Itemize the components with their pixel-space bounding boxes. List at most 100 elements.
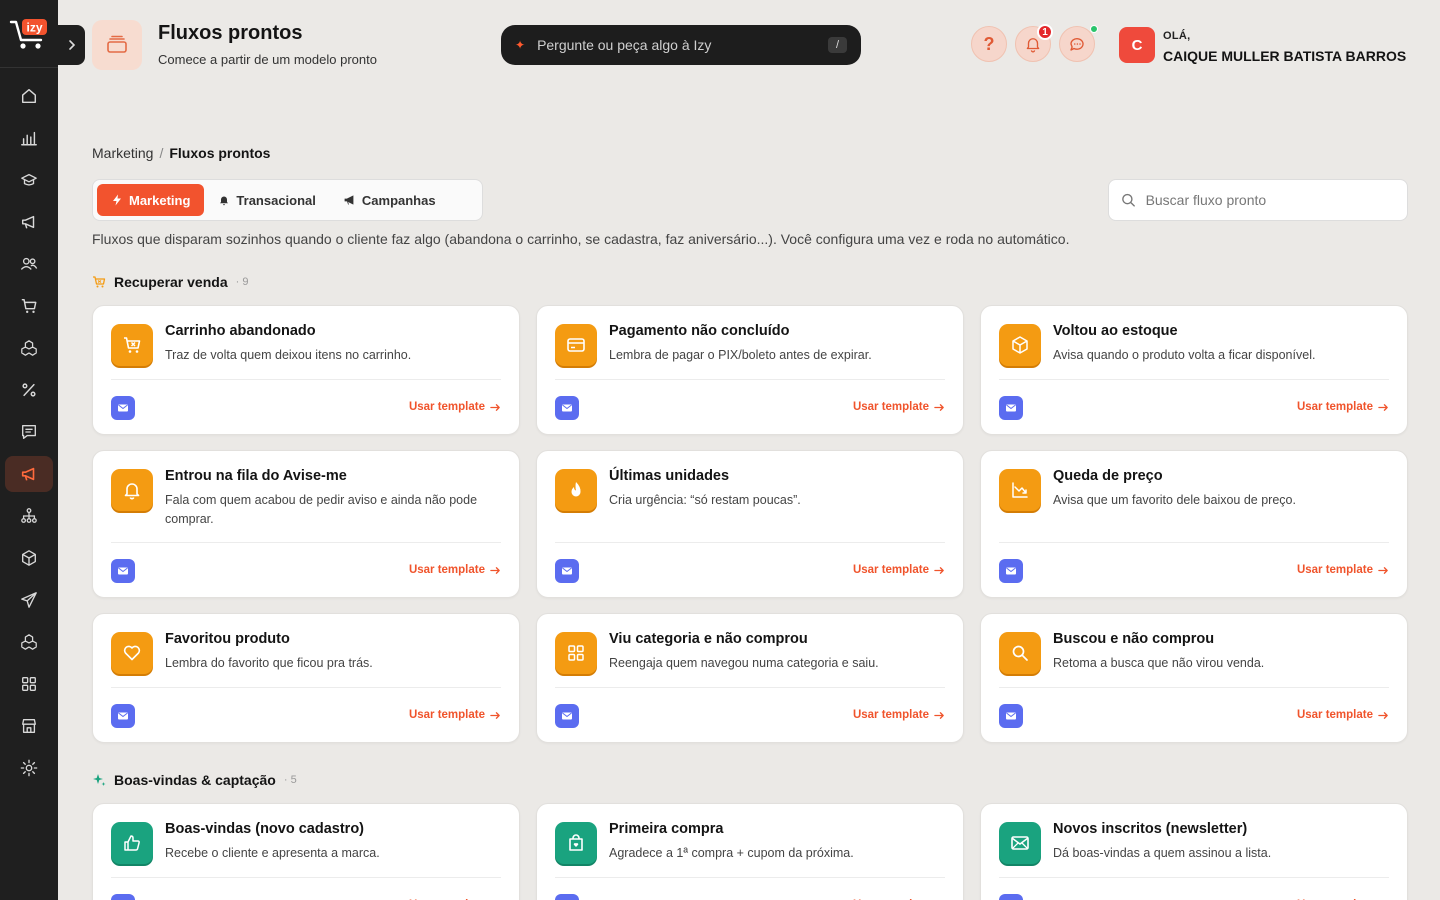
sidebar-item-send[interactable] [5, 582, 53, 618]
sidebar-item-graduation-cap[interactable] [5, 162, 53, 198]
template-card[interactable]: Buscou e não comprou Retoma a busca que n… [980, 613, 1408, 743]
use-template-button[interactable]: Usar template [1297, 709, 1389, 721]
template-card[interactable]: Novos inscritos (newsletter) Dá boas-vind… [980, 803, 1408, 900]
template-search-input[interactable] [1145, 192, 1395, 208]
megaphone-icon [344, 195, 354, 205]
use-template-button[interactable]: Usar template [409, 564, 501, 576]
chat-button[interactable] [1059, 25, 1098, 62]
thumbs-up-icon [124, 835, 140, 851]
graduation-cap-icon [21, 173, 37, 186]
email-channel-badge [111, 559, 135, 583]
use-template-button[interactable]: Usar template [1297, 401, 1389, 413]
breadcrumb-parent[interactable]: Marketing [92, 145, 153, 161]
sidebar-item-home[interactable] [5, 78, 53, 114]
sidebar-item-marketing-megaphone[interactable] [5, 456, 53, 492]
chart-icon [21, 131, 37, 146]
page-icon [92, 20, 142, 70]
sidebar-item-settings[interactable] [5, 750, 53, 786]
use-template-button[interactable]: Usar template [1297, 564, 1389, 576]
template-card[interactable]: Entrou na fila do Avise-me Fala com quem … [92, 450, 520, 598]
sidebar-item-network[interactable] [5, 498, 53, 534]
card-divider [555, 379, 945, 380]
sidebar-item-cart[interactable] [5, 288, 53, 324]
arrow-right-icon [934, 711, 944, 719]
use-template-button[interactable]: Usar template [853, 401, 945, 413]
mail-icon [1006, 712, 1016, 720]
template-card[interactable]: Últimas unidades Cria urgência: “só resta… [536, 450, 964, 598]
page-subtitle: Comece a partir de um modelo pronto [158, 52, 377, 67]
use-template-button[interactable]: Usar template [409, 401, 501, 413]
email-channel-badge [555, 396, 579, 420]
shopping-bag-icon [569, 834, 583, 851]
email-channel-badge [111, 396, 135, 420]
cubes-icon [21, 340, 37, 356]
template-title: Queda de preço [1053, 468, 1163, 484]
online-status-dot [1090, 25, 1098, 33]
template-description: Lembra de pagar o PIX/boleto antes de ex… [609, 348, 872, 362]
tab-marketing[interactable]: Marketing [97, 184, 205, 216]
home-icon [21, 88, 37, 104]
template-description: Cria urgência: “só restam poucas”. [609, 493, 801, 507]
template-description: Avisa quando o produto volta a ficar dis… [1053, 348, 1316, 362]
use-template-label: Usar template [1296, 401, 1373, 413]
template-card[interactable]: Favoritou produto Lembra do favorito que … [92, 613, 520, 743]
search-icon [1122, 193, 1135, 207]
use-template-button[interactable]: Usar template [853, 564, 945, 576]
sidebar-item-cubes[interactable] [5, 330, 53, 366]
sidebar-item-chart[interactable] [5, 120, 53, 156]
template-title: Voltou ao estoque [1053, 323, 1178, 339]
template-description: Fala com quem acabou de pedir aviso e ai… [165, 493, 478, 526]
email-channel-badge [555, 894, 579, 900]
template-title: Carrinho abandonado [165, 323, 316, 339]
template-icon [999, 324, 1041, 366]
sidebar-item-users[interactable] [5, 246, 53, 282]
sidebar-item-message[interactable] [5, 414, 53, 450]
tab-transacional[interactable]: Transacional [204, 184, 329, 216]
template-card[interactable]: Primeira compra Agradece a 1ª compra + cu… [536, 803, 964, 900]
help-button[interactable]: ? [971, 26, 1007, 62]
template-card[interactable]: Queda de preço Avisa que um favorito dele… [980, 450, 1408, 598]
sidebar-item-store[interactable] [5, 708, 53, 744]
mail-icon [562, 567, 572, 575]
users-icon [20, 257, 38, 270]
user-avatar[interactable]: C [1119, 27, 1155, 63]
tab-campanhas[interactable]: Campanhas [330, 184, 450, 216]
sidebar-item-grid[interactable] [5, 666, 53, 702]
template-title: Boas-vindas (novo cadastro) [165, 821, 365, 837]
sidebar-item-blocks[interactable] [5, 624, 53, 660]
sidebar-item-percent[interactable] [5, 372, 53, 408]
section-title-text: Recuperar venda [114, 274, 228, 290]
template-card[interactable]: Boas-vindas (novo cadastro) Recebe o clie… [92, 803, 520, 900]
arrow-right-icon [490, 566, 500, 574]
card-divider [555, 687, 945, 688]
ai-assistant-input[interactable]: ✦ Pergunte ou peça algo à Izy / [501, 25, 861, 65]
sidebar-item-box[interactable] [5, 540, 53, 576]
bell-icon [220, 196, 229, 206]
user-name[interactable]: CAIQUE MULLER BATISTA BARROS [1163, 48, 1406, 64]
chat-bubble-icon [1070, 38, 1084, 51]
email-channel-badge [111, 704, 135, 728]
use-template-label: Usar template [852, 709, 929, 721]
card-divider [999, 877, 1389, 878]
template-title: Primeira compra [609, 821, 724, 837]
email-channel-badge [999, 559, 1023, 583]
template-card[interactable]: Viu categoria e não comprou Reengaja quem… [536, 613, 964, 743]
send-icon [21, 592, 37, 608]
box-icon [1012, 336, 1028, 354]
cart-icon [21, 298, 37, 314]
notifications-button[interactable]: 1 [1015, 24, 1053, 62]
template-description: Traz de volta quem deixou itens no carri… [165, 348, 412, 362]
mail-icon [118, 404, 128, 412]
cart-x-icon [124, 337, 141, 353]
use-template-button[interactable]: Usar template [853, 709, 945, 721]
template-card[interactable]: Pagamento não concluído Lembra de pagar o… [536, 305, 964, 435]
percent-icon [22, 383, 36, 397]
template-card[interactable]: Voltou ao estoque Avisa quando o produto … [980, 305, 1408, 435]
top-header: Fluxos prontos Comece a partir de um mod… [58, 0, 1440, 90]
section-title: Boas-vindas & captação · 5 [92, 772, 297, 788]
message-icon [22, 425, 36, 439]
use-template-button[interactable]: Usar template [409, 709, 501, 721]
template-card[interactable]: Carrinho abandonado Traz de volta quem de… [92, 305, 520, 435]
izy-logo[interactable]: izy [0, 0, 58, 68]
sidebar-item-megaphone[interactable] [5, 204, 53, 240]
